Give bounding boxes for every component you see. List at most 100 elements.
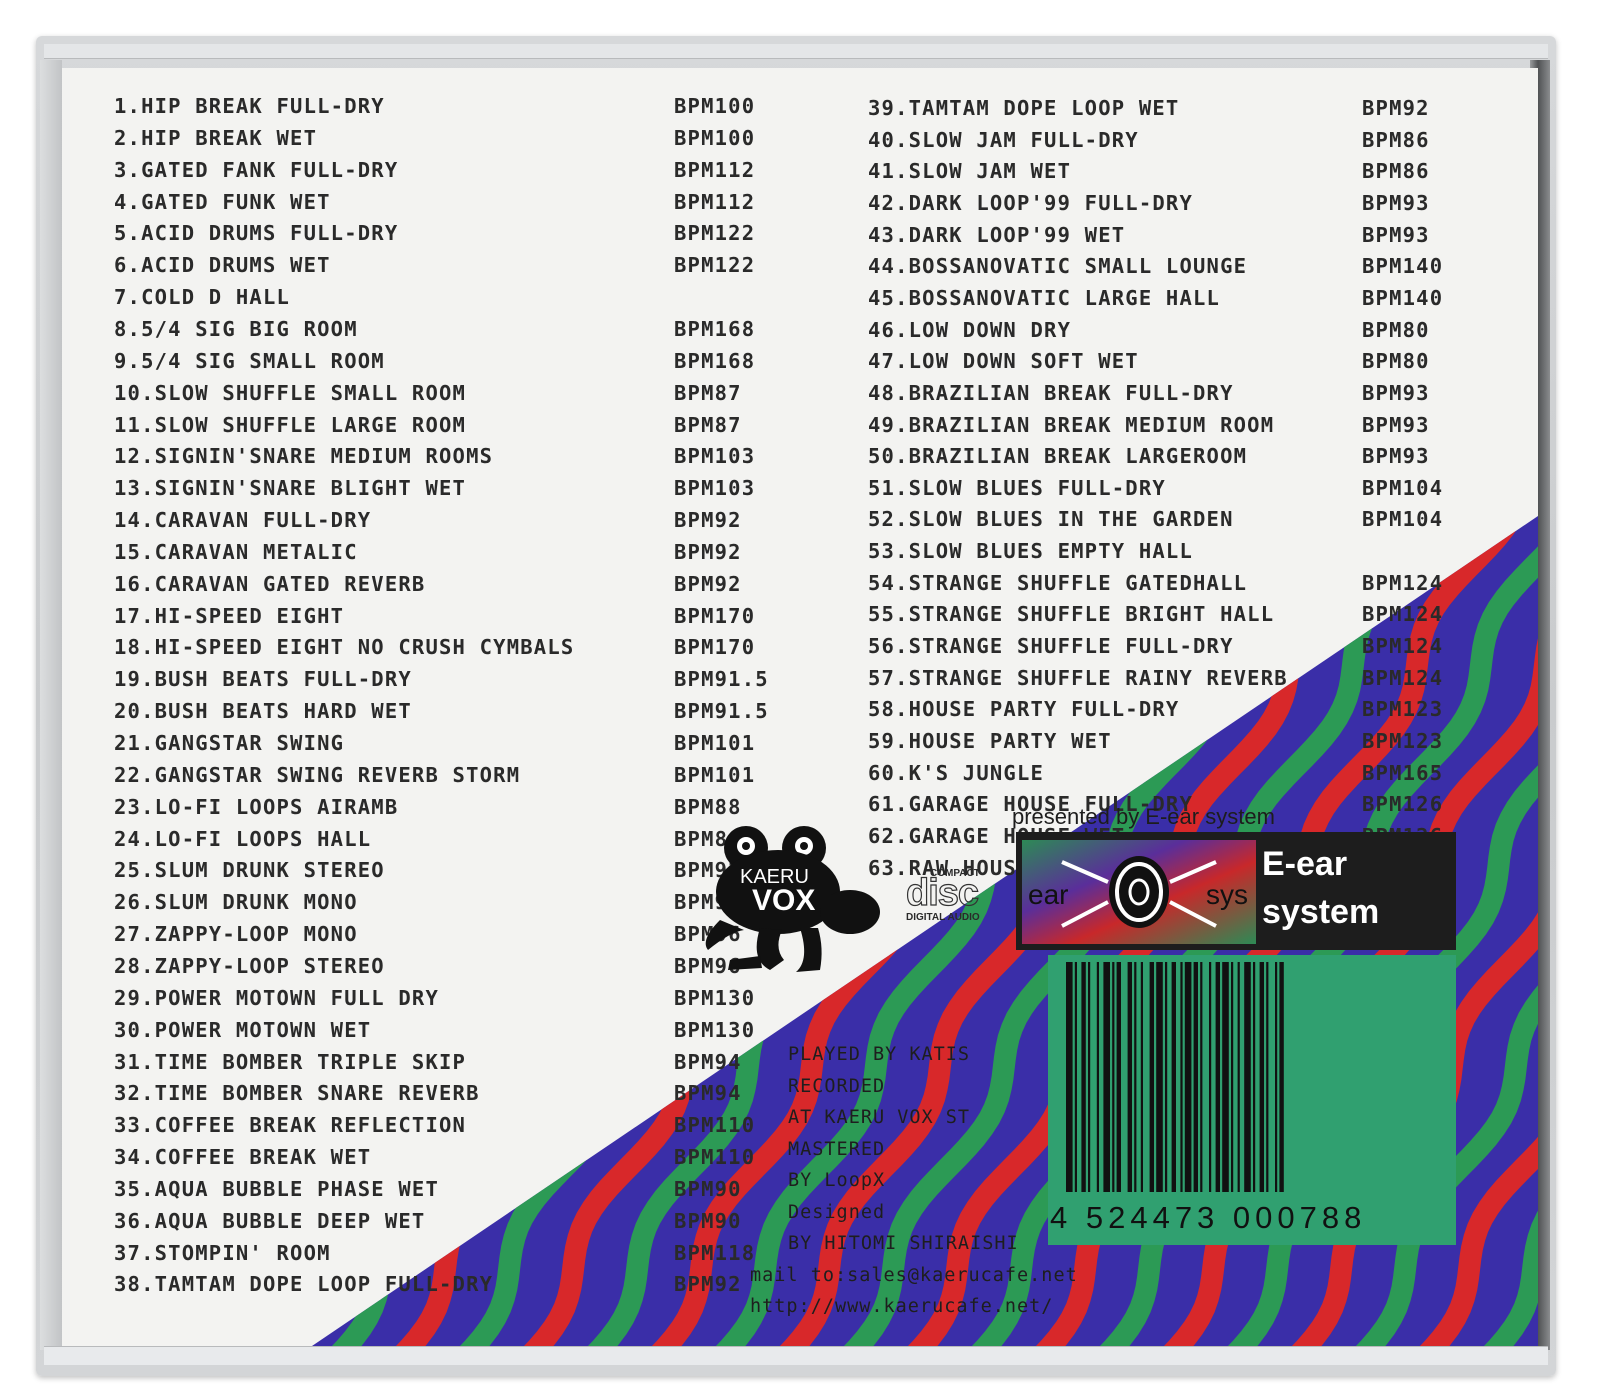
- track-title: 19.BUSH BEATS FULL-DRY: [114, 667, 412, 692]
- track-title: 47.LOW DOWN SOFT WET: [868, 349, 1139, 374]
- track-bpm: BPM118: [674, 1240, 756, 1265]
- case-inner-rim-top: [44, 44, 1548, 59]
- track-bpm: BPM90: [674, 1208, 742, 1233]
- ear-label: ear: [1028, 879, 1068, 910]
- track-title: 21.GANGSTAR SWING: [114, 731, 345, 755]
- track-title: 55.STRANGE SHUFFLE BRIGHT HALL: [868, 602, 1275, 627]
- track-title: 48.BRAZILIAN BREAK FULL-DRY: [868, 380, 1234, 405]
- track-bpm: BPM91.5: [674, 699, 769, 724]
- track-title: 6.ACID DRUMS WET: [114, 253, 331, 278]
- track-bpm: BPM80: [1362, 317, 1430, 342]
- track-title: 60.K'S JUNGLE: [868, 760, 1045, 785]
- track-bpm: BPM168: [674, 348, 756, 373]
- track-bpm: BPM93: [1362, 444, 1430, 469]
- track-title: 7.COLD D HALL: [114, 285, 291, 310]
- track-bpm: BPM124: [1362, 570, 1444, 595]
- track-bpm: BPM110: [674, 1145, 756, 1170]
- track-bpm: BPM165: [1362, 760, 1444, 785]
- track-title: 33.COFFEE BREAK REFLECTION: [114, 1113, 467, 1138]
- track-title: 31.TIME BOMBER TRIPLE SKIP: [114, 1049, 467, 1074]
- credit-line: MASTERED: [788, 1138, 886, 1160]
- track-bpm: BPM123: [1362, 697, 1444, 722]
- track-bpm: BPM86: [1362, 159, 1430, 184]
- track-title: 9.5/4 SIG SMALL ROOM: [114, 348, 385, 373]
- track-bpm: BPM130: [674, 985, 756, 1010]
- credit-line: http://www.kaerucafe.net/: [750, 1296, 1054, 1317]
- credit-line: PLAYED BY KATIS: [788, 1044, 971, 1065]
- track-bpm: BPM100: [674, 125, 756, 150]
- track-bpm: BPM92: [1362, 96, 1430, 120]
- track-bpm: BPM94: [674, 1081, 742, 1106]
- track-bpm: BPM124: [1362, 634, 1444, 659]
- track-bpm: BPM93: [1362, 222, 1430, 247]
- track-title: 8.5/4 SIG BIG ROOM: [114, 316, 358, 341]
- track-bpm: BPM87: [674, 380, 742, 405]
- track-bpm: BPM170: [674, 603, 756, 628]
- track-title: 53.SLOW BLUES EMPTY HALL: [868, 539, 1194, 564]
- track-title: 20.BUSH BEATS HARD WET: [114, 699, 412, 724]
- track-bpm: BPM122: [674, 253, 756, 278]
- track-bpm: BPM101: [674, 762, 756, 787]
- track-title: 58.HOUSE PARTY FULL-DRY: [868, 697, 1180, 722]
- track-bpm: BPM92: [674, 539, 742, 564]
- track-title: 4.GATED FUNK WET: [114, 189, 331, 214]
- track-bpm: BPM126: [1362, 792, 1444, 817]
- credit-line: mail to:sales@kaerucafe.net: [750, 1264, 1078, 1286]
- track-bpm: BPM124: [1362, 665, 1444, 690]
- track-title: 11.SLOW SHUFFLE LARGE ROOM: [114, 412, 467, 437]
- track-title: 23.LO-FI LOOPS AIRAMB: [114, 794, 399, 819]
- track-title: 32.TIME BOMBER SNARE REVERB: [114, 1081, 480, 1106]
- ear-eye-icon: ear sys: [1022, 840, 1256, 944]
- track-title: 39.TAMTAM DOPE LOOP WET: [868, 96, 1180, 120]
- track-title: 34.COFFEE BREAK WET: [114, 1145, 372, 1170]
- track-title: 22.GANGSTAR SWING REVERB STORM: [114, 762, 521, 787]
- track-bpm: BPM92: [674, 1272, 742, 1297]
- track-bpm: BPM104: [1362, 475, 1444, 500]
- track-title: 40.SLOW JAM FULL-DRY: [868, 127, 1139, 152]
- track-title: 5.ACID DRUMS FULL-DRY: [114, 221, 399, 246]
- track-title: 42.DARK LOOP'99 FULL-DRY: [868, 190, 1194, 215]
- track-bpm: BPM90: [674, 1176, 742, 1201]
- cd-logo-digital-audio: DIGITAL AUDIO: [906, 912, 980, 923]
- track-title: 44.BOSSANOVATIC SMALL LOUNGE: [868, 254, 1248, 279]
- track-title: 36.AQUA BUBBLE DEEP WET: [114, 1208, 426, 1233]
- credit-line: RECORDED: [788, 1075, 886, 1097]
- track-bpm: BPM91.5: [674, 667, 769, 692]
- track-title: 3.GATED FANK FULL-DRY: [114, 157, 399, 182]
- track-bpm: BPM140: [1362, 254, 1444, 279]
- track-title: 25.SLUM DRUNK STEREO: [114, 858, 385, 883]
- track-title: 24.LO-FI LOOPS HALL: [114, 826, 372, 851]
- track-title: 43.DARK LOOP'99 WET: [868, 222, 1126, 247]
- credit-line: BY LoopX: [788, 1170, 886, 1191]
- track-title: 2.HIP BREAK WET: [114, 125, 318, 150]
- track-bpm: BPM80: [1362, 349, 1430, 374]
- brand-name-line2: system: [1262, 893, 1380, 931]
- credit-line: AT KAERU VOX ST: [788, 1107, 971, 1128]
- track-bpm: BPM103: [674, 476, 756, 501]
- track-bpm: BPM101: [674, 731, 756, 755]
- barcode-bars: [1066, 962, 1284, 1192]
- sys-label: sys: [1206, 879, 1248, 910]
- track-title: 27.ZAPPY-LOOP MONO: [114, 922, 358, 947]
- track-title: 29.POWER MOTOWN FULL DRY: [114, 985, 440, 1010]
- track-bpm: BPM93: [1362, 412, 1430, 437]
- track-bpm: BPM94: [674, 1049, 742, 1074]
- track-bpm: BPM100: [674, 94, 756, 118]
- track-title: 52.SLOW BLUES IN THE GARDEN: [868, 507, 1234, 532]
- track-bpm: BPM93: [1362, 190, 1430, 215]
- track-bpm: BPM93: [1362, 380, 1430, 405]
- track-bpm: BPM87: [674, 412, 742, 437]
- track-bpm: BPM103: [674, 444, 756, 469]
- track-bpm: BPM170: [674, 635, 756, 660]
- track-title: 35.AQUA BUBBLE PHASE WET: [114, 1176, 440, 1201]
- credit-line: BY HITOMI SHIRAISHI: [788, 1233, 1019, 1254]
- case-hinge-left: [40, 60, 62, 1350]
- brand-name: E-ear system: [1262, 840, 1452, 944]
- track-title: 16.CARAVAN GATED REVERB: [114, 571, 426, 596]
- track-title: 46.LOW DOWN DRY: [868, 317, 1072, 342]
- brand-name-line1: E-ear: [1262, 845, 1348, 883]
- track-bpm: BPM124: [1362, 602, 1444, 627]
- presented-by-text: presented by E-ear system: [1012, 804, 1275, 829]
- track-title: 1.HIP BREAK FULL-DRY: [114, 94, 385, 118]
- track-title: 15.CARAVAN METALIC: [114, 539, 358, 564]
